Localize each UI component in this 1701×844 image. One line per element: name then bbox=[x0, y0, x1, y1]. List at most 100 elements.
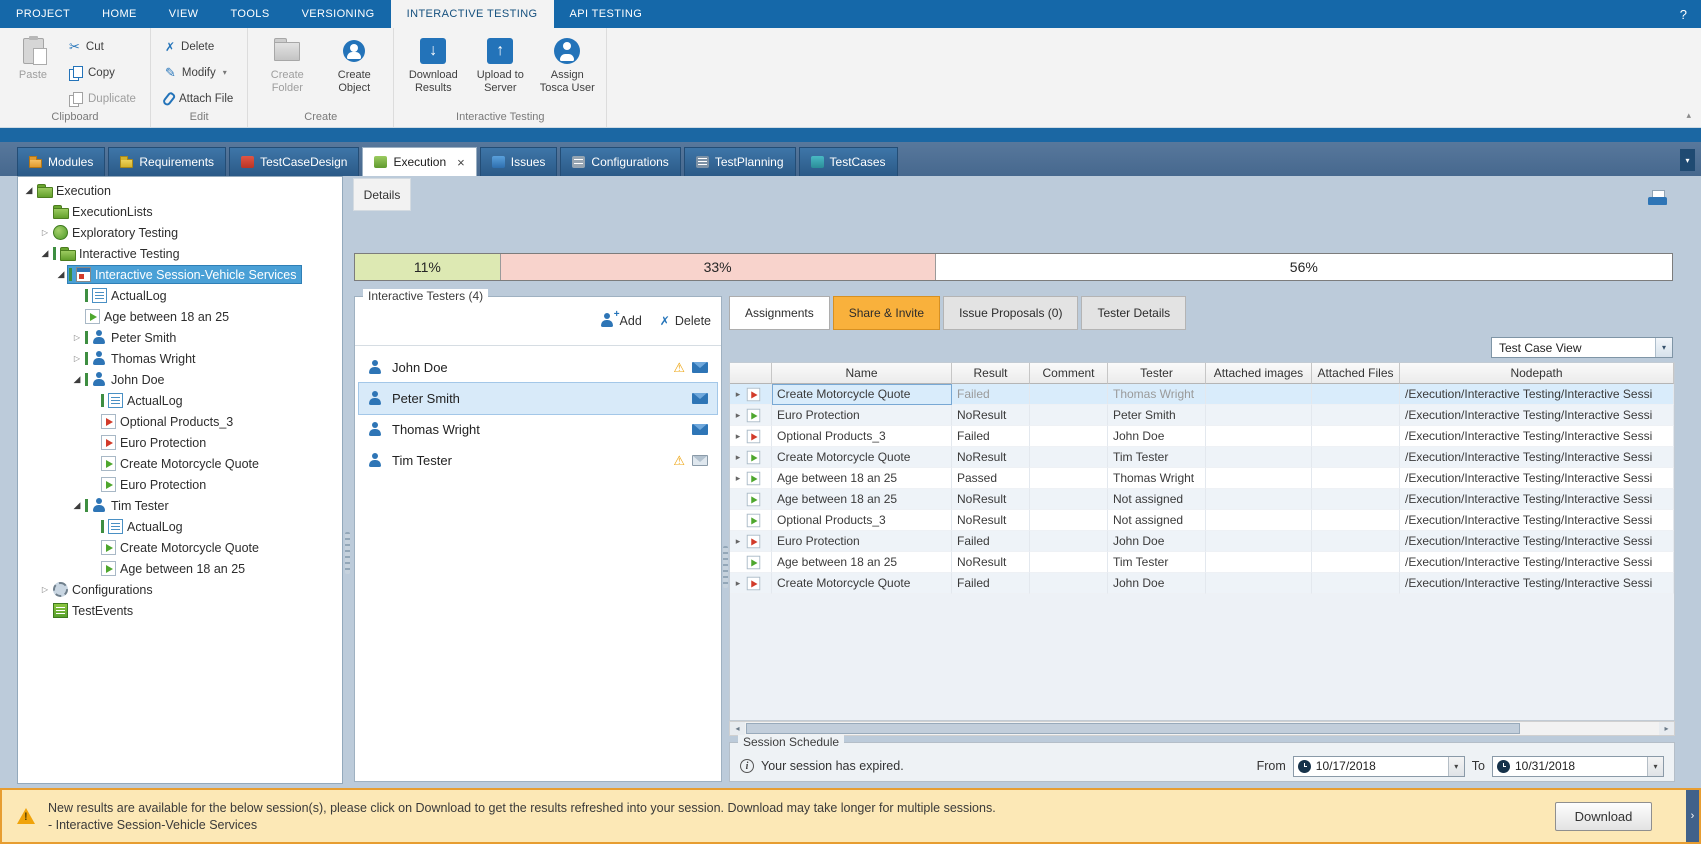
dropdown-arrow-icon[interactable] bbox=[1448, 757, 1464, 776]
print-icon[interactable] bbox=[1648, 190, 1667, 205]
column-header-result[interactable]: Result bbox=[952, 363, 1030, 384]
delete-button[interactable]: Delete bbox=[158, 36, 240, 57]
tree-expander-icon[interactable]: ▷ bbox=[38, 228, 52, 237]
table-row-5[interactable]: ▸Age between 18 an 25PassedThomas Wright… bbox=[730, 468, 1674, 489]
tester-item-john-doe[interactable]: John Doe⚠ bbox=[359, 352, 717, 383]
tab-issue-proposals-0[interactable]: Issue Proposals (0) bbox=[943, 296, 1078, 330]
modify-button[interactable]: Modify bbox=[158, 62, 240, 83]
collapse-ribbon-button[interactable] bbox=[1686, 110, 1691, 121]
tree-expander-icon[interactable]: ▷ bbox=[70, 333, 84, 342]
tree-item-optional-products-3[interactable]: Optional Products_3 bbox=[18, 411, 342, 432]
tree-item-actuallog[interactable]: ActualLog bbox=[18, 285, 342, 306]
from-date-picker[interactable]: 10/17/2018 bbox=[1293, 756, 1465, 777]
workspace-tab-modules[interactable]: Modules bbox=[17, 147, 105, 176]
tree-item-executionlists[interactable]: ExecutionLists bbox=[18, 201, 342, 222]
tree-item-configurations[interactable]: ▷Configurations bbox=[18, 579, 342, 600]
create-folder-button[interactable]: Create Folder bbox=[255, 33, 319, 107]
table-row-4[interactable]: ▸Create Motorcycle QuoteNoResultTim Test… bbox=[730, 447, 1674, 468]
row-expander-icon[interactable]: ▸ bbox=[733, 473, 743, 484]
table-row-2[interactable]: ▸Euro ProtectionNoResultPeter Smith/Exec… bbox=[730, 405, 1674, 426]
tree-item-john-doe[interactable]: ◢John Doe bbox=[18, 369, 342, 390]
tree-item-testevents[interactable]: TestEvents bbox=[18, 600, 342, 621]
tree-item-interactive-session-vehicle-services[interactable]: ◢Interactive Session-Vehicle Services bbox=[18, 264, 342, 285]
table-row-1[interactable]: ▸Create Motorcycle QuoteFailedThomas Wri… bbox=[730, 384, 1674, 405]
tree-item-euro-protection[interactable]: Euro Protection bbox=[18, 474, 342, 495]
expand-panel-icon[interactable] bbox=[1686, 790, 1699, 842]
table-row-8[interactable]: ▸Euro ProtectionFailedJohn Doe/Execution… bbox=[730, 531, 1674, 552]
tester-item-peter-smith[interactable]: Peter Smith bbox=[359, 383, 717, 414]
tree-item-actuallog[interactable]: ActualLog bbox=[18, 390, 342, 411]
column-header-nodepath[interactable]: Nodepath bbox=[1400, 363, 1674, 384]
details-tab[interactable]: Details bbox=[354, 179, 410, 210]
tree-item-peter-smith[interactable]: ▷Peter Smith bbox=[18, 327, 342, 348]
column-header-name[interactable]: Name bbox=[772, 363, 952, 384]
cut-button[interactable]: Cut bbox=[62, 36, 143, 57]
mail-icon[interactable] bbox=[692, 455, 708, 466]
table-row-7[interactable]: Optional Products_3NoResultNot assigned/… bbox=[730, 510, 1674, 531]
column-header-attached-images[interactable]: Attached images bbox=[1206, 363, 1312, 384]
attach-file-button[interactable]: Attach File bbox=[158, 88, 240, 109]
tree-item-actuallog[interactable]: ActualLog bbox=[18, 516, 342, 537]
duplicate-button[interactable]: Duplicate bbox=[62, 88, 143, 109]
tester-item-thomas-wright[interactable]: Thomas Wright bbox=[359, 414, 717, 445]
tree-item-age-between-18-an-25[interactable]: Age between 18 an 25 bbox=[18, 558, 342, 579]
help-button[interactable]: ? bbox=[1666, 0, 1701, 28]
tree-expander-icon[interactable]: ◢ bbox=[70, 374, 84, 385]
menu-item-interactive-testing[interactable]: INTERACTIVE TESTING bbox=[391, 0, 554, 28]
tree-expander-icon[interactable]: ◢ bbox=[70, 500, 84, 511]
add-tester-button[interactable]: Add bbox=[600, 313, 642, 328]
workspace-tab-configurations[interactable]: Configurations bbox=[560, 147, 680, 176]
row-expander-icon[interactable]: ▸ bbox=[733, 431, 743, 442]
view-dropdown[interactable]: Test Case View bbox=[1491, 337, 1673, 358]
tree-item-create-motorcycle-quote[interactable]: Create Motorcycle Quote bbox=[18, 537, 342, 558]
menu-item-api-testing[interactable]: API TESTING bbox=[554, 0, 659, 28]
tab-list-dropdown-icon[interactable] bbox=[1680, 149, 1695, 171]
delete-tester-button[interactable]: Delete bbox=[660, 314, 711, 328]
tree-expander-icon[interactable]: ◢ bbox=[38, 248, 52, 259]
scroll-left-icon[interactable] bbox=[730, 722, 745, 735]
dropdown-arrow-icon[interactable] bbox=[1647, 757, 1663, 776]
table-row-10[interactable]: ▸Create Motorcycle QuoteFailedJohn Doe/E… bbox=[730, 573, 1674, 594]
tab-share-invite[interactable]: Share & Invite bbox=[833, 296, 940, 330]
menu-item-view[interactable]: VIEW bbox=[153, 0, 215, 28]
workspace-tab-testcases[interactable]: TestCases bbox=[799, 147, 898, 176]
splitter-grip[interactable] bbox=[345, 532, 350, 574]
menu-item-home[interactable]: HOME bbox=[86, 0, 153, 28]
splitter-grip[interactable] bbox=[723, 546, 728, 588]
column-header-comment[interactable]: Comment bbox=[1030, 363, 1108, 384]
download-button[interactable]: Download bbox=[1555, 802, 1652, 831]
table-row-3[interactable]: ▸Optional Products_3FailedJohn Doe/Execu… bbox=[730, 426, 1674, 447]
mail-icon[interactable] bbox=[692, 424, 708, 435]
mail-icon[interactable] bbox=[692, 393, 708, 404]
scroll-right-icon[interactable] bbox=[1659, 722, 1674, 735]
tree-expander-icon[interactable]: ▷ bbox=[70, 354, 84, 363]
copy-button[interactable]: Copy bbox=[62, 62, 143, 83]
tree-expander-icon[interactable]: ◢ bbox=[54, 269, 68, 280]
paste-button[interactable]: Paste bbox=[7, 33, 59, 107]
tree-item-age-between-18-an-25[interactable]: Age between 18 an 25 bbox=[18, 306, 342, 327]
create-object-button[interactable]: Create Object bbox=[322, 33, 386, 107]
horizontal-scrollbar[interactable] bbox=[729, 721, 1675, 736]
column-header-attached-files[interactable]: Attached Files bbox=[1312, 363, 1400, 384]
tree-item-execution[interactable]: ◢Execution bbox=[18, 180, 342, 201]
to-date-picker[interactable]: 10/31/2018 bbox=[1492, 756, 1664, 777]
column-header-tester[interactable]: Tester bbox=[1108, 363, 1206, 384]
tree-expander-icon[interactable]: ◢ bbox=[22, 185, 36, 196]
workspace-tab-issues[interactable]: Issues bbox=[480, 147, 558, 176]
tab-tester-details[interactable]: Tester Details bbox=[1081, 296, 1186, 330]
row-expander-icon[interactable]: ▸ bbox=[733, 410, 743, 421]
tree-item-exploratory-testing[interactable]: ▷Exploratory Testing bbox=[18, 222, 342, 243]
workspace-tab-testplanning[interactable]: TestPlanning bbox=[684, 147, 796, 176]
tree-expander-icon[interactable]: ▷ bbox=[38, 585, 52, 594]
tree-item-euro-protection[interactable]: Euro Protection bbox=[18, 432, 342, 453]
workspace-tab-requirements[interactable]: Requirements bbox=[108, 147, 226, 176]
download-results-button[interactable]: Download Results bbox=[401, 33, 465, 107]
tree-item-tim-tester[interactable]: ◢Tim Tester bbox=[18, 495, 342, 516]
tree-item-interactive-testing[interactable]: ◢Interactive Testing bbox=[18, 243, 342, 264]
row-expander-icon[interactable]: ▸ bbox=[733, 452, 743, 463]
table-row-9[interactable]: Age between 18 an 25NoResultTim Tester/E… bbox=[730, 552, 1674, 573]
row-expander-icon[interactable]: ▸ bbox=[733, 578, 743, 589]
workspace-tab-testcasedesign[interactable]: TestCaseDesign bbox=[229, 147, 359, 176]
tree-item-thomas-wright[interactable]: ▷Thomas Wright bbox=[18, 348, 342, 369]
mail-icon[interactable] bbox=[692, 362, 708, 373]
